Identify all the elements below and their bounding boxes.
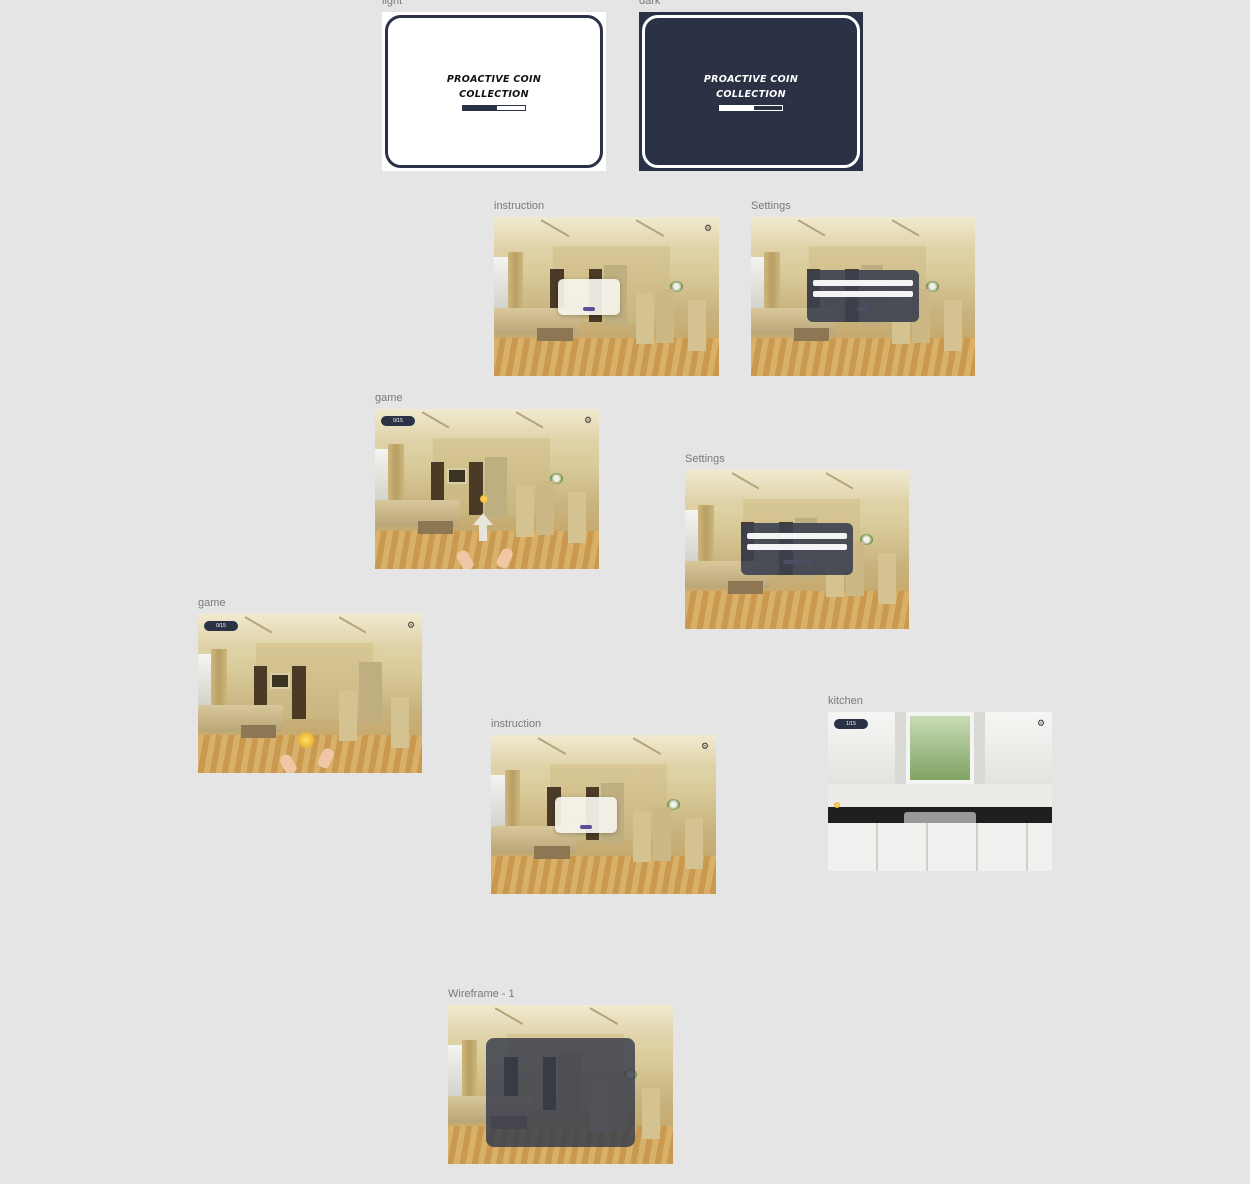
settings-panel	[807, 270, 919, 322]
settings-frame[interactable]	[685, 470, 909, 629]
frame-label-settings: Settings	[751, 200, 791, 212]
dining-chair	[390, 696, 409, 748]
arrow-up-icon	[473, 513, 493, 525]
settings-select[interactable]	[813, 291, 913, 297]
coffee-table	[793, 328, 830, 342]
frame-label-instruction: instruction	[494, 200, 545, 212]
overlay-panel	[486, 1038, 635, 1147]
frame-label-wireframe: Wireframe - 1	[448, 988, 515, 1000]
gear-icon[interactable]: ⚙	[583, 415, 593, 425]
coin-icon[interactable]	[480, 495, 488, 503]
wood-floor	[685, 590, 909, 629]
loading-bar	[462, 105, 526, 111]
coin-icon[interactable]	[834, 802, 840, 808]
instruction-dialog	[555, 797, 617, 833]
dining-chair	[656, 288, 674, 343]
dining-chair	[516, 485, 535, 537]
frame-label-dark: dark	[639, 0, 661, 7]
instruction-frame[interactable]: ⚙	[491, 735, 716, 894]
dining-chair	[687, 299, 706, 351]
settings-panel	[741, 523, 853, 575]
gear-icon[interactable]: ⚙	[406, 620, 416, 630]
doorway	[484, 457, 508, 518]
dining-chair	[567, 492, 586, 544]
coffee-table	[536, 328, 573, 342]
dining-chair	[536, 481, 555, 536]
arrow-stem	[479, 525, 487, 541]
frame-label-settings: Settings	[685, 453, 725, 465]
frame-label-light: light	[382, 0, 403, 7]
wood-floor	[494, 337, 719, 376]
coffee-table	[240, 725, 277, 739]
wood-floor	[491, 855, 716, 894]
splash-light-frame[interactable]: PROACTIVE COIN COLLECTION	[382, 12, 606, 171]
wall-painting	[446, 468, 467, 485]
loading-bar	[719, 105, 783, 111]
frame-label-game: game	[198, 597, 226, 609]
lower-cabinets	[828, 823, 1052, 871]
kitchen-frame[interactable]: 1/15 ⚙	[828, 712, 1052, 871]
splash-card: PROACTIVE COIN COLLECTION	[385, 15, 603, 168]
wood-floor	[375, 530, 599, 569]
dining-chair	[641, 1087, 660, 1139]
kitchen-window	[906, 712, 974, 784]
settings-select[interactable]	[747, 544, 847, 550]
instruction-dialog	[558, 279, 620, 315]
settings-frame[interactable]	[751, 217, 975, 376]
dining-chair	[635, 293, 654, 345]
gear-icon[interactable]: ⚙	[1036, 718, 1046, 728]
dining-chair	[632, 811, 651, 863]
settings-confirm-button[interactable]	[783, 560, 811, 564]
splash-title-line2: COLLECTION	[459, 89, 529, 100]
frame-label-game: game	[375, 392, 403, 404]
dining-chair	[943, 299, 962, 351]
gear-icon[interactable]: ⚙	[703, 223, 713, 233]
splash-title-line1: PROACTIVE COIN	[703, 74, 799, 85]
coffee-table	[727, 581, 764, 595]
dining-chair	[877, 552, 896, 604]
settings-select[interactable]	[747, 533, 847, 539]
dining-chair	[684, 817, 703, 869]
gear-icon[interactable]: ⚙	[700, 741, 710, 751]
dining-chair	[339, 690, 358, 742]
coffee-table	[533, 846, 570, 860]
bookshelf	[292, 666, 306, 719]
dining-chair	[653, 806, 671, 861]
coin-counter: 0/15	[204, 621, 238, 631]
coin-counter: 1/15	[834, 719, 868, 729]
wireframe-frame[interactable]	[448, 1005, 673, 1164]
bookshelf	[469, 461, 483, 515]
splash-title-line2: COLLECTION	[716, 89, 786, 100]
dialog-ok-button[interactable]	[583, 307, 595, 311]
game-frame[interactable]: 0/15 ⚙	[198, 614, 422, 773]
coin-counter: 0/15	[381, 416, 415, 426]
splash-title-line1: PROACTIVE COIN	[446, 74, 542, 85]
coffee-table	[417, 521, 454, 534]
wood-floor	[751, 337, 975, 376]
splash-card: PROACTIVE COIN COLLECTION	[642, 15, 860, 168]
frame-label-instruction: instruction	[491, 718, 542, 730]
settings-confirm-button[interactable]	[857, 307, 869, 311]
settings-select[interactable]	[813, 280, 913, 286]
loading-bar-fill	[463, 106, 498, 110]
game-frame[interactable]: 0/15 ⚙	[375, 409, 599, 569]
coin-icon[interactable]	[298, 732, 314, 748]
doorway	[359, 661, 382, 723]
frame-label-kitchen: kitchen	[828, 695, 863, 707]
dialog-ok-button[interactable]	[580, 825, 592, 829]
wall-painting	[269, 672, 290, 689]
instruction-frame[interactable]: ⚙	[494, 217, 719, 376]
loading-bar-fill	[720, 106, 755, 110]
splash-dark-frame[interactable]: PROACTIVE COIN COLLECTION	[639, 12, 863, 171]
